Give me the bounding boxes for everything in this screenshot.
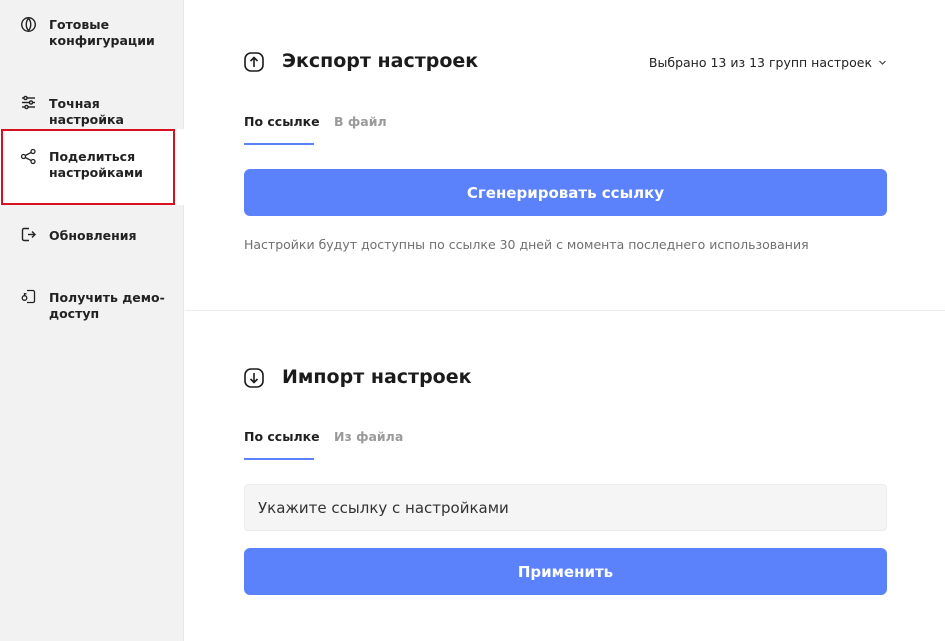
export-title: Экспорт настроек [282, 50, 479, 72]
tab-export-by-link[interactable]: По ссылке [244, 115, 320, 145]
export-section: Экспорт настроек Выбрано 13 из 13 групп … [244, 0, 887, 310]
tab-import-from-file[interactable]: Из файла [334, 430, 403, 460]
import-title: Импорт настроек [282, 366, 472, 388]
download-arrow-icon [244, 368, 264, 388]
export-hint-text: Настройки будут доступны по ссылке 30 дн… [244, 237, 809, 252]
sidebar-item-label: Обновления [49, 228, 137, 243]
share-icon [20, 148, 37, 165]
import-section: Импорт настроек По ссылке Из файла Приме… [244, 311, 887, 641]
sidebar-item-label: Точная настройка [49, 96, 124, 127]
generate-link-button[interactable]: Сгенерировать ссылку [244, 169, 887, 216]
sidebar-item-demo-access[interactable]: Получить демо-доступ [0, 275, 184, 331]
export-tabs: По ссылке В файл [244, 115, 444, 145]
settings-groups-label: Выбрано 13 из 13 групп настроек [648, 55, 872, 70]
sliders-icon [20, 94, 37, 111]
update-icon [20, 226, 37, 243]
sidebar-item-label: Получить демо-доступ [49, 290, 165, 321]
settings-link-input[interactable] [244, 484, 887, 531]
configurations-icon [20, 16, 37, 33]
sidebar-item-label: Готовые конфигурации [49, 17, 155, 48]
sidebar-item-fine-tuning[interactable]: Точная настройка [0, 84, 184, 127]
tab-import-by-link[interactable]: По ссылке [244, 430, 320, 460]
upload-arrow-icon [244, 52, 264, 72]
import-tabs: По ссылке Из файла [244, 430, 444, 460]
apply-button[interactable]: Применить [244, 548, 887, 595]
demo-access-icon [20, 288, 37, 305]
tab-export-to-file[interactable]: В файл [334, 115, 387, 145]
sidebar-item-configurations[interactable]: Готовые конфигурации [0, 0, 184, 64]
chevron-down-icon [878, 55, 887, 70]
sidebar: Готовые конфигурации Точная настройка По… [0, 0, 184, 641]
sidebar-item-share-settings[interactable]: Поделиться настройками [0, 129, 184, 205]
sidebar-item-updates[interactable]: Обновления [0, 215, 184, 255]
main-content: Экспорт настроек Выбрано 13 из 13 групп … [185, 0, 945, 641]
sidebar-item-label: Поделиться настройками [49, 149, 143, 180]
settings-groups-dropdown[interactable]: Выбрано 13 из 13 групп настроек [649, 55, 887, 70]
